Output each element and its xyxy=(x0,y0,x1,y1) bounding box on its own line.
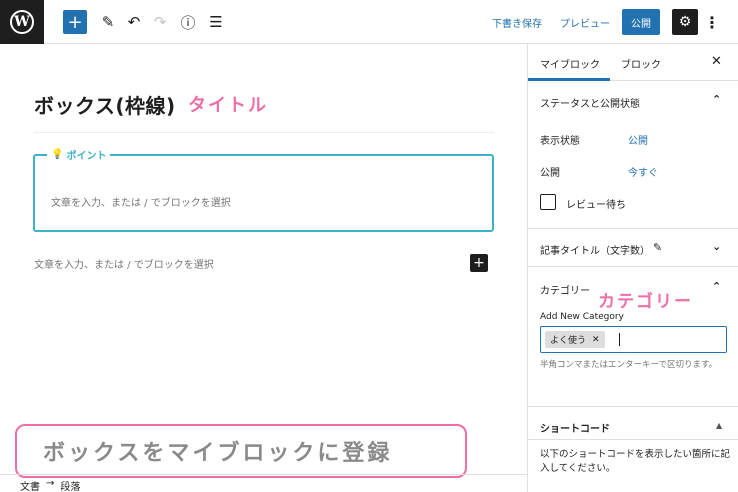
visibility-label: 表示状態 xyxy=(540,136,580,147)
title-divider xyxy=(34,132,494,133)
category-section-heading[interactable]: カテゴリー xyxy=(540,282,590,297)
paragraph-placeholder[interactable]: 文章を入力、または / でブロックを選択 xyxy=(34,256,214,271)
sidebar-tabs: マイブロック ブロック ✕ xyxy=(528,44,738,81)
category-token-field[interactable]: よく使う ✕ xyxy=(540,326,727,353)
top-toolbar: W + ✎ ↶ ↷ ⓘ ☰ 下書き保存 プレビュー 公開 ⚙ ⋮ xyxy=(0,0,738,44)
point-label-text: ポイント xyxy=(66,151,107,162)
chevron-down-icon[interactable]: ⌄ xyxy=(712,240,721,253)
pencil-icon: ✎ xyxy=(653,241,663,254)
remove-token-icon[interactable]: ✕ xyxy=(592,335,600,345)
pending-review-checkbox[interactable] xyxy=(540,194,556,210)
visibility-value[interactable]: 公開 xyxy=(628,132,648,147)
shortcode-description: 以下のショートコードを表示したい箇所に記入してください。 xyxy=(540,449,731,474)
category-help-text: 半角コンマまたはエンターキーで区切ります。 xyxy=(540,360,718,370)
inline-add-block-icon[interactable]: + xyxy=(470,254,488,272)
undo-icon[interactable]: ↶ xyxy=(122,10,146,34)
add-new-category-label: Add New Category xyxy=(540,312,624,322)
info-icon[interactable]: ⓘ xyxy=(176,10,200,34)
breadcrumb-arrow-icon: → xyxy=(46,478,55,489)
status-section-heading[interactable]: ステータスと公開状態 xyxy=(540,95,640,110)
publish-button[interactable]: 公開 xyxy=(622,9,660,35)
publish-label: 公開 xyxy=(540,168,560,179)
wordpress-logo-button[interactable]: W xyxy=(0,0,44,44)
register-annotation-banner: ボックスをマイブロックに登録 xyxy=(15,424,467,478)
tab-my-block[interactable]: マイブロック xyxy=(540,56,600,71)
add-block-button[interactable]: + xyxy=(63,10,87,34)
post-title[interactable]: ボックス(枠線) xyxy=(34,90,176,119)
publish-date-value[interactable]: 今すぐ xyxy=(628,164,658,179)
lightbulb-icon: 💡 xyxy=(51,149,64,160)
post-title-section-heading[interactable]: 記事タイトル（文字数） xyxy=(540,242,650,257)
wordpress-logo-icon: W xyxy=(10,10,34,34)
separator xyxy=(528,266,738,267)
category-annotation: カテゴリー xyxy=(598,292,693,312)
chevron-up-icon[interactable]: ⌃ xyxy=(712,93,721,106)
title-annotation: タイトル xyxy=(188,95,268,116)
preview-button[interactable]: プレビュー xyxy=(560,15,610,30)
text-caret xyxy=(619,333,620,346)
chevron-up-icon[interactable]: ⌃ xyxy=(712,280,721,293)
settings-sidebar: マイブロック ブロック ✕ ステータスと公開状態 ⌃ 表示状態 公開 公開 今す… xyxy=(527,44,738,492)
breadcrumb: 文書 → 段落 xyxy=(0,474,527,492)
separator xyxy=(528,228,738,229)
save-draft-button[interactable]: 下書き保存 xyxy=(492,15,542,30)
point-box-label: 💡 ポイント xyxy=(47,147,111,162)
tab-block[interactable]: ブロック xyxy=(621,56,661,71)
settings-gear-icon[interactable]: ⚙ xyxy=(672,9,698,35)
active-tab-indicator xyxy=(528,78,610,81)
separator xyxy=(528,406,738,407)
more-options-icon[interactable]: ⋮ xyxy=(704,12,720,32)
category-token: よく使う ✕ xyxy=(545,331,605,348)
collapse-triangle-icon[interactable]: ▲ xyxy=(716,421,722,430)
shortcode-section-heading[interactable]: ショートコード xyxy=(540,420,610,435)
separator xyxy=(528,439,738,440)
close-icon[interactable]: ✕ xyxy=(711,54,722,69)
breadcrumb-document[interactable]: 文書 xyxy=(20,478,40,492)
point-box-placeholder[interactable]: 文章を入力、または / でブロックを選択 xyxy=(51,194,231,209)
pending-review-label: レビュー待ち xyxy=(566,200,626,211)
point-box-block[interactable]: 💡 ポイント 文章を入力、または / でブロックを選択 xyxy=(33,147,494,232)
editor-canvas: ボックス(枠線) タイトル 💡 ポイント 文章を入力、または / でブロックを選… xyxy=(0,44,527,474)
redo-icon[interactable]: ↷ xyxy=(148,10,172,34)
list-view-icon[interactable]: ☰ xyxy=(204,10,228,34)
breadcrumb-paragraph[interactable]: 段落 xyxy=(60,478,80,492)
token-label: よく使う xyxy=(550,336,587,346)
pencil-tool-icon[interactable]: ✎ xyxy=(96,10,120,34)
